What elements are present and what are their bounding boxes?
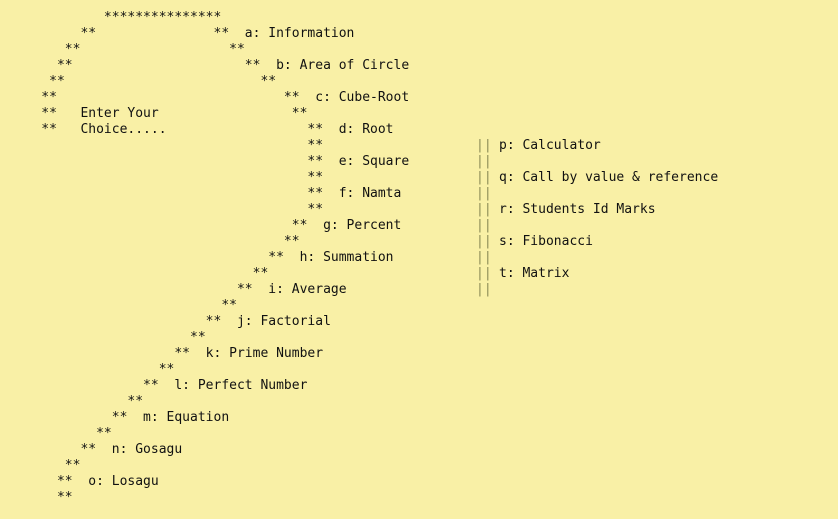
menu-separator: || (476, 202, 492, 217)
console-line: ** e: Square (10, 154, 410, 169)
menu-option: p: Calculator (499, 138, 601, 153)
console-line: ** o: Losagu (10, 474, 159, 489)
console-line: ** ** (10, 42, 245, 57)
console-line: ** (10, 202, 324, 217)
console-line: *************** (10, 10, 222, 25)
console-line: ** (10, 458, 81, 473)
console-line: ** l: Perfect Number (10, 378, 308, 393)
console-line: ** Enter Your ** (10, 106, 308, 121)
menu-separator: || (476, 170, 492, 185)
console-line: ** g: Percent (10, 218, 402, 233)
menu-separator: || (476, 250, 492, 265)
console-line: ** (10, 394, 144, 409)
console-line: ** k: Prime Number (10, 346, 324, 361)
console-line: ** (10, 266, 269, 281)
menu-option: q: Call by value & reference (499, 170, 719, 185)
menu-separator: || (476, 234, 492, 249)
menu-separator: || (476, 154, 492, 169)
menu-separator: || (476, 218, 492, 233)
menu-separator: || (476, 138, 492, 153)
console-line: ** ** (10, 74, 277, 89)
console-line: ** (10, 362, 175, 377)
menu-option: t: Matrix (499, 266, 570, 281)
console-line: ** ** c: Cube-Root (10, 90, 410, 105)
console-line: ** (10, 234, 300, 249)
console-line: ** n: Gosagu (10, 442, 183, 457)
console-line: ** i: Average (10, 282, 347, 297)
console-line: ** j: Factorial (10, 314, 331, 329)
console-line: ** (10, 138, 324, 153)
menu-option: s: Fibonacci (499, 234, 593, 249)
console-line: ** h: Summation (10, 250, 394, 265)
console-output: *************** ** ** a: Information ** … (0, 0, 838, 519)
console-line: ** f: Namta (10, 186, 402, 201)
console-line: ** ** b: Area of Circle (10, 58, 410, 73)
console-line: ** ** a: Information (10, 26, 355, 41)
console-line: ** (10, 490, 73, 505)
console-line: ** (10, 426, 112, 441)
console-line: ** m: Equation (10, 410, 230, 425)
console-line: ** (10, 330, 206, 345)
menu-separator: || (476, 186, 492, 201)
menu-separator: || (476, 282, 492, 297)
menu-option: r: Students Id Marks (499, 202, 656, 217)
console-line: ** (10, 298, 237, 313)
console-line: ** Choice..... ** d: Root (10, 122, 394, 137)
console-line: ** (10, 170, 324, 185)
menu-separator: || (476, 266, 492, 281)
